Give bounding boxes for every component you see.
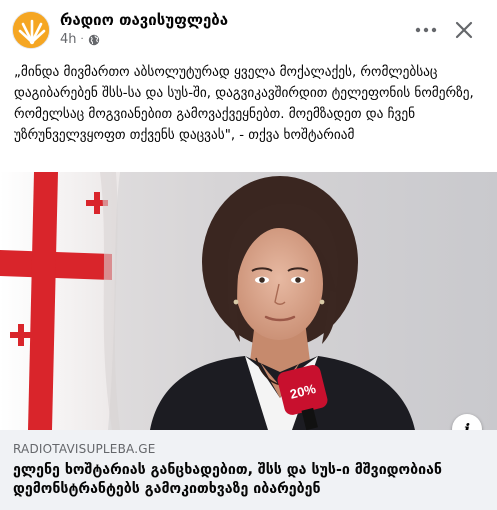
post-meta: 4h · <box>60 32 100 47</box>
page-name-link[interactable]: რადიო თავისუფლება <box>60 11 228 29</box>
post-photo[interactable]: 20% <box>0 172 497 430</box>
more-dots-icon <box>415 27 437 33</box>
more-options-button[interactable] <box>408 14 444 46</box>
close-icon <box>455 21 473 39</box>
link-preview[interactable]: RADIOTAVISUPLEBA.GE ელენე ხოშტარიას განც… <box>0 430 497 510</box>
post-timestamp[interactable]: 4h <box>60 32 77 47</box>
post-header: რადიო თავისუფლება 4h · <box>0 0 497 56</box>
link-title[interactable]: ელენე ხოშტარიას განცხადებით, შსს და სუს-… <box>13 461 483 499</box>
close-button[interactable] <box>446 12 482 48</box>
meta-separator: · <box>80 34 84 45</box>
globe-icon <box>88 34 100 46</box>
link-domain: RADIOTAVISUPLEBA.GE <box>13 442 156 456</box>
radio-liberty-logo-icon[interactable] <box>12 11 50 49</box>
post-text: „მინდა მივმართო აბსოლუტურად ყველა მოქალა… <box>14 65 478 143</box>
